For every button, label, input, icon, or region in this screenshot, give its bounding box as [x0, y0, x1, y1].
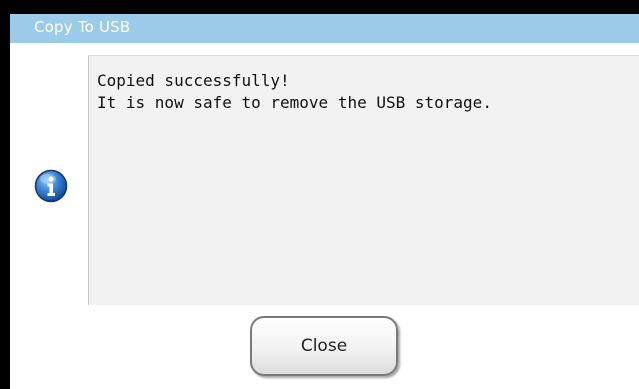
copy-to-usb-dialog: Copy To USB Copied successfully! It is n… [10, 14, 639, 389]
info-icon [34, 169, 68, 203]
message-text-area: Copied successfully! It is now safe to r… [88, 55, 639, 305]
message-line: Copied successfully! [97, 71, 290, 90]
dialog-title: Copy To USB [34, 18, 131, 36]
message-line: It is now safe to remove the USB storage… [97, 93, 492, 112]
close-button[interactable]: Close [250, 316, 398, 376]
dialog-titlebar: Copy To USB [10, 14, 639, 43]
